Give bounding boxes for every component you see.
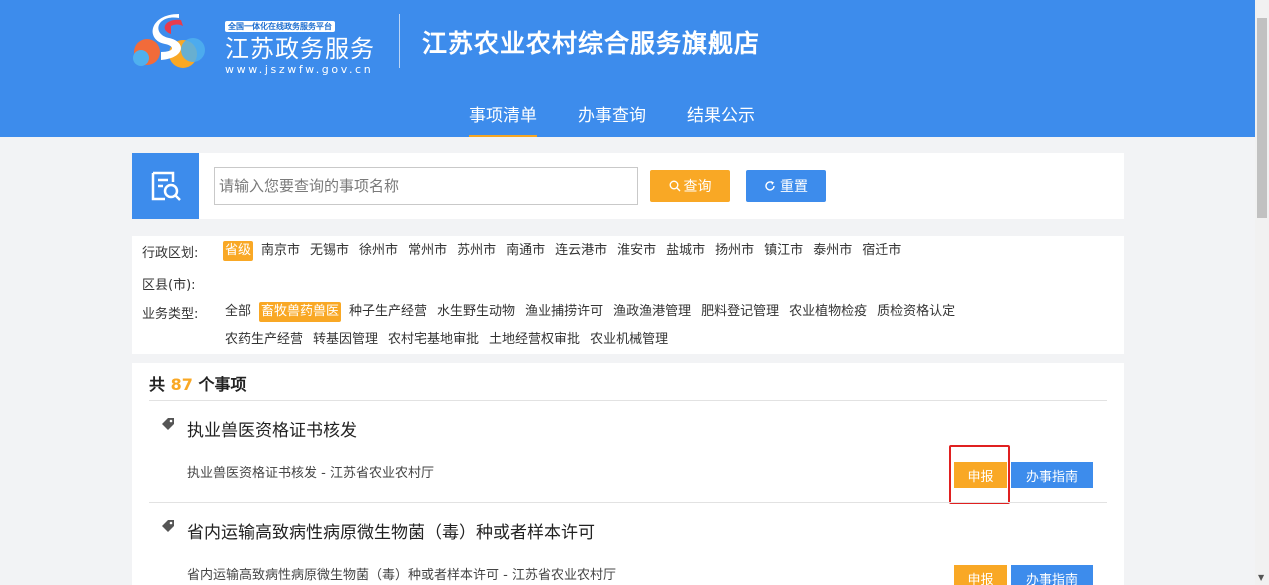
region-filter-label: 行政区划: <box>142 245 199 261</box>
guide-button[interactable]: 办事指南 <box>1011 565 1093 585</box>
refresh-icon <box>765 181 775 191</box>
region-option[interactable]: 扬州市 <box>713 241 756 261</box>
region-filter-row: 行政区划: 省级 南京市 无锡市 徐州市 常州市 苏州市 南通市 连云港市 淮安… <box>142 240 909 262</box>
business-option[interactable]: 水生野生动物 <box>435 302 517 322</box>
business-option[interactable]: 转基因管理 <box>311 330 380 350</box>
platform-tag: 全国一体化在线政务服务平台 <box>225 21 335 32</box>
header-divider <box>399 14 400 68</box>
search-input[interactable] <box>214 167 638 205</box>
nav-item-query[interactable]: 办事查询 <box>578 104 646 128</box>
guide-button[interactable]: 办事指南 <box>1011 462 1093 488</box>
region-option[interactable]: 连云港市 <box>553 241 609 261</box>
business-filter-row: 业务类型: 全部 畜牧兽药兽医 种子生产经营 水生野生动物 渔业捕捞许可 渔政渔… <box>142 301 963 323</box>
document-search-icon <box>151 171 181 201</box>
region-option[interactable]: 南通市 <box>504 241 547 261</box>
result-count-divider <box>149 400 1107 401</box>
store-title: 江苏农业农村综合服务旗舰店 <box>422 29 761 58</box>
result-count-suffix: 个事项 <box>198 375 247 394</box>
item-title[interactable]: 省内运输高致病性病原微生物菌（毒）种或者样本许可 <box>187 518 595 543</box>
region-option[interactable]: 镇江市 <box>762 241 805 261</box>
business-option[interactable]: 肥料登记管理 <box>699 302 781 322</box>
business-option[interactable]: 渔政渔港管理 <box>611 302 693 322</box>
region-option[interactable]: 淮安市 <box>615 241 658 261</box>
business-option[interactable]: 种子生产经营 <box>347 302 429 322</box>
apply-button[interactable]: 申报 <box>954 565 1007 585</box>
region-option[interactable]: 苏州市 <box>455 241 498 261</box>
result-count: 共 87 个事项 <box>149 371 246 395</box>
region-option[interactable]: 无锡市 <box>308 241 351 261</box>
business-option[interactable]: 全部 <box>223 302 253 322</box>
business-filter-label: 业务类型: <box>142 306 199 322</box>
business-option[interactable]: 农业机械管理 <box>588 330 670 350</box>
brand-block: 全国一体化在线政务服务平台 江苏政务服务 www.jszwfw.gov.cn <box>225 14 375 76</box>
item-divider <box>149 502 1107 503</box>
business-option[interactable]: 农村宅基地审批 <box>386 330 481 350</box>
business-option[interactable]: 畜牧兽药兽医 <box>259 302 342 322</box>
region-option[interactable]: 徐州市 <box>357 241 400 261</box>
business-option[interactable]: 农药生产经营 <box>223 330 305 350</box>
page-scrollbar[interactable]: ▼ <box>1255 0 1269 585</box>
search-panel: 查询 重置 <box>132 153 1124 219</box>
filter-panel: 行政区划: 省级 南京市 无锡市 徐州市 常州市 苏州市 南通市 连云港市 淮安… <box>132 236 1124 354</box>
result-count-prefix: 共 <box>149 375 166 394</box>
region-option[interactable]: 南京市 <box>259 241 302 261</box>
result-count-number: 87 <box>170 375 193 394</box>
scrollbar-thumb[interactable] <box>1257 18 1267 218</box>
jszwfw-logo-icon <box>133 14 205 68</box>
business-option[interactable]: 土地经营权审批 <box>487 330 582 350</box>
site-header: 全国一体化在线政务服务平台 江苏政务服务 www.jszwfw.gov.cn 江… <box>0 0 1255 137</box>
query-button-label: 查询 <box>683 178 712 194</box>
brand-url: www.jszwfw.gov.cn <box>225 63 374 76</box>
search-panel-icon-box <box>132 153 199 219</box>
region-option[interactable]: 常州市 <box>406 241 449 261</box>
item-title[interactable]: 执业兽医资格证书核发 <box>187 416 357 441</box>
county-filter-row: 区县(市): <box>142 272 223 294</box>
business-filter-row-2: 农药生产经营 转基因管理 农村宅基地审批 土地经营权审批 农业机械管理 <box>223 329 676 351</box>
item-subtitle: 执业兽医资格证书核发 - 江苏省农业农村厅 <box>187 466 434 481</box>
tag-icon <box>162 520 174 532</box>
region-option[interactable]: 省级 <box>223 241 254 261</box>
county-filter-label: 区县(市): <box>142 277 196 293</box>
region-option[interactable]: 泰州市 <box>811 241 854 261</box>
reset-button-label: 重置 <box>780 178 808 194</box>
business-option[interactable]: 渔业捕捞许可 <box>523 302 605 322</box>
list-item: 省内运输高致病性病原微生物菌（毒）种或者样本许可 省内运输高致病性病原微生物菌（… <box>149 514 1107 585</box>
brand-name: 江苏政务服务 <box>225 35 375 63</box>
tag-icon <box>162 418 174 430</box>
highlight-box <box>949 445 1010 504</box>
reset-button[interactable]: 重置 <box>746 170 826 202</box>
search-icon <box>669 180 680 192</box>
main-nav: 事项清单 办事查询 结果公示 <box>469 104 755 137</box>
business-option[interactable]: 质检资格认定 <box>875 302 957 322</box>
scroll-down-arrow-icon[interactable]: ▼ <box>1258 574 1264 582</box>
nav-item-results[interactable]: 结果公示 <box>687 104 755 128</box>
nav-item-list[interactable]: 事项清单 <box>469 104 537 137</box>
region-option[interactable]: 盐城市 <box>664 241 707 261</box>
business-option[interactable]: 农业植物检疫 <box>787 302 869 322</box>
result-panel: 共 87 个事项 执业兽医资格证书核发 执业兽医资格证书核发 - 江苏省农业农村… <box>132 363 1124 585</box>
region-option[interactable]: 宿迁市 <box>860 241 903 261</box>
query-button[interactable]: 查询 <box>650 170 730 202</box>
item-subtitle: 省内运输高致病性病原微生物菌（毒）种或者样本许可 - 江苏省农业农村厅 <box>187 568 616 583</box>
